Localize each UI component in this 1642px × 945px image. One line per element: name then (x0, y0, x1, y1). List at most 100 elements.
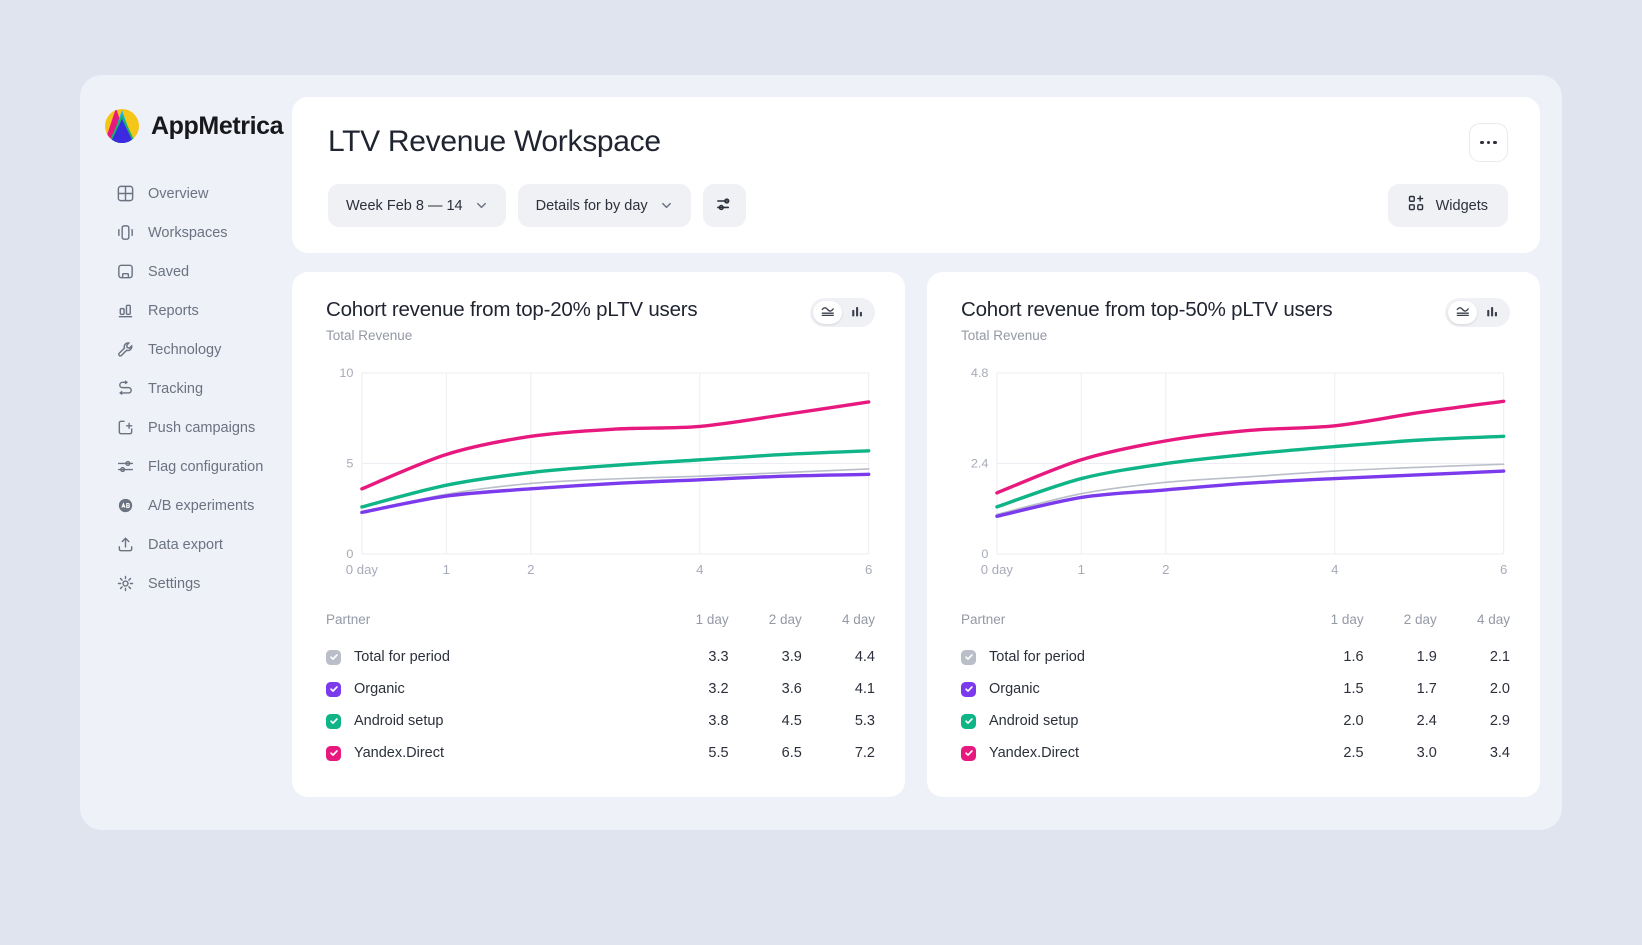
y-axis-tick-label: 4.8 (971, 366, 989, 380)
value-cell-2: 2.4 (1364, 705, 1437, 737)
line-chart-toggle[interactable] (1448, 301, 1477, 324)
widgets-button-label: Widgets (1436, 198, 1488, 214)
sidebar-item-overview[interactable]: Overview (90, 175, 282, 212)
brand[interactable]: AppMetrica (80, 103, 292, 149)
bar-chart-toggle[interactable] (1478, 301, 1507, 324)
x-axis-tick-label: 0 day (346, 562, 379, 577)
card-title: Cohort revenue from top-20% pLTV users (326, 298, 875, 322)
sidebar-item-label: Settings (148, 576, 200, 592)
series-checkbox[interactable] (326, 714, 341, 729)
table-row[interactable]: Organic1.51.72.0 (961, 673, 1510, 705)
value-cell-3: 2.9 (1437, 705, 1510, 737)
y-axis-tick-label: 0 (346, 547, 353, 561)
workspace-header: LTV Revenue Workspace Week Feb 8 — 14 De… (292, 97, 1540, 253)
y-axis-tick-label: 0 (981, 547, 988, 561)
x-axis-tick-label: 4 (1331, 562, 1338, 577)
table-row[interactable]: Android setup2.02.42.9 (961, 705, 1510, 737)
series-line (362, 474, 869, 512)
sidebar-item-flag-configuration[interactable]: Flag configuration (90, 448, 282, 485)
partner-cell: Total for period (961, 641, 1290, 673)
y-axis-tick-label: 10 (339, 366, 353, 380)
value-cell-2: 4.5 (729, 705, 802, 737)
partner-label: Total for period (354, 649, 450, 665)
card-subtitle: Total Revenue (326, 328, 875, 343)
more-options-button[interactable] (1469, 123, 1508, 162)
value-cell-2: 1.9 (1364, 641, 1437, 673)
partner-label: Android setup (354, 713, 443, 729)
page-title: LTV Revenue Workspace (328, 125, 1508, 159)
legend-table-body: Total for period3.33.94.4Organic3.23.64.… (326, 641, 875, 769)
table-row[interactable]: Yandex.Direct5.56.57.2 (326, 737, 875, 769)
bookmark-icon (116, 262, 135, 281)
table-row[interactable]: Android setup 3.84.55.3 (326, 705, 875, 737)
sidebar: AppMetrica Overview Workspaces Saved Rep… (80, 75, 292, 830)
widget-card-top20: Cohort revenue from top-20% pLTV users T… (292, 272, 905, 797)
brand-name: AppMetrica (151, 112, 283, 141)
partner-cell: Yandex.Direct (961, 737, 1290, 769)
sidebar-item-settings[interactable]: Settings (90, 565, 282, 602)
series-line (997, 464, 1504, 514)
value-cell-1: 5.5 (655, 737, 728, 769)
chevron-down-icon (475, 199, 488, 212)
series-checkbox[interactable] (326, 746, 341, 761)
value-cell-2: 3.6 (729, 673, 802, 705)
period-selector[interactable]: Week Feb 8 — 14 (328, 184, 506, 227)
gear-icon (116, 574, 135, 593)
header-col-2: 2 day (1364, 612, 1437, 641)
x-axis-tick-label: 2 (1162, 562, 1169, 577)
sidebar-item-tracking[interactable]: Tracking (90, 370, 282, 407)
series-line (997, 471, 1504, 516)
filter-settings-button[interactable] (703, 184, 746, 227)
table-row[interactable]: Organic3.23.64.1 (326, 673, 875, 705)
chart-series (362, 402, 869, 512)
partner-cell: Organic (326, 673, 655, 705)
table-row[interactable]: Total for period1.61.92.1 (961, 641, 1510, 673)
table-row[interactable]: Yandex.Direct2.53.03.4 (961, 737, 1510, 769)
partner-label: Yandex.Direct (354, 745, 444, 761)
series-checkbox[interactable] (961, 746, 976, 761)
value-cell-1: 2.0 (1290, 705, 1363, 737)
table-row[interactable]: Total for period3.33.94.4 (326, 641, 875, 673)
chart-top20: 05100 day1246 (326, 365, 875, 590)
sliders-icon (116, 457, 135, 476)
sidebar-item-data-export[interactable]: Data export (90, 526, 282, 563)
value-cell-3: 5.3 (802, 705, 875, 737)
series-checkbox[interactable] (326, 682, 341, 697)
sidebar-item-reports[interactable]: Reports (90, 292, 282, 329)
sidebar-item-ab-experiments[interactable]: A/B experiments (90, 487, 282, 524)
series-checkbox[interactable] (326, 650, 341, 665)
value-cell-1: 3.8 (655, 705, 728, 737)
x-axis-tick-label: 2 (527, 562, 534, 577)
widget-card-top50: Cohort revenue from top-50% pLTV users T… (927, 272, 1540, 797)
value-cell-3: 4.1 (802, 673, 875, 705)
ab-circle-icon (116, 496, 135, 515)
sidebar-item-workspaces[interactable]: Workspaces (90, 214, 282, 251)
value-cell-3: 4.4 (802, 641, 875, 673)
workspaces-icon (116, 223, 135, 242)
sidebar-item-label: Tracking (148, 381, 203, 397)
chart-type-toggle (810, 298, 875, 327)
x-axis-tick-label: 1 (1078, 562, 1085, 577)
details-selector-label: Details for by day (536, 198, 648, 214)
x-axis-tick-label: 6 (1500, 562, 1507, 577)
series-checkbox[interactable] (961, 650, 976, 665)
series-checkbox[interactable] (961, 714, 976, 729)
chart-series (997, 401, 1504, 516)
sidebar-item-technology[interactable]: Technology (90, 331, 282, 368)
value-cell-3: 3.4 (1437, 737, 1510, 769)
push-bell-icon (116, 418, 135, 437)
sidebar-item-push-campaigns[interactable]: Push campaigns (90, 409, 282, 446)
x-axis-tick-label: 6 (865, 562, 872, 577)
value-cell-1: 3.3 (655, 641, 728, 673)
widgets-button[interactable]: Widgets (1388, 184, 1508, 227)
details-selector[interactable]: Details for by day (518, 184, 691, 227)
chart-top50: 02.44.80 day1246 (961, 365, 1510, 590)
sidebar-item-saved[interactable]: Saved (90, 253, 282, 290)
legend-table-body: Total for period1.61.92.1Organic1.51.72.… (961, 641, 1510, 769)
line-chart-toggle[interactable] (813, 301, 842, 324)
bar-chart-toggle[interactable] (843, 301, 872, 324)
value-cell-3: 2.1 (1437, 641, 1510, 673)
x-axis-tick-label: 1 (443, 562, 450, 577)
value-cell-2: 6.5 (729, 737, 802, 769)
series-checkbox[interactable] (961, 682, 976, 697)
